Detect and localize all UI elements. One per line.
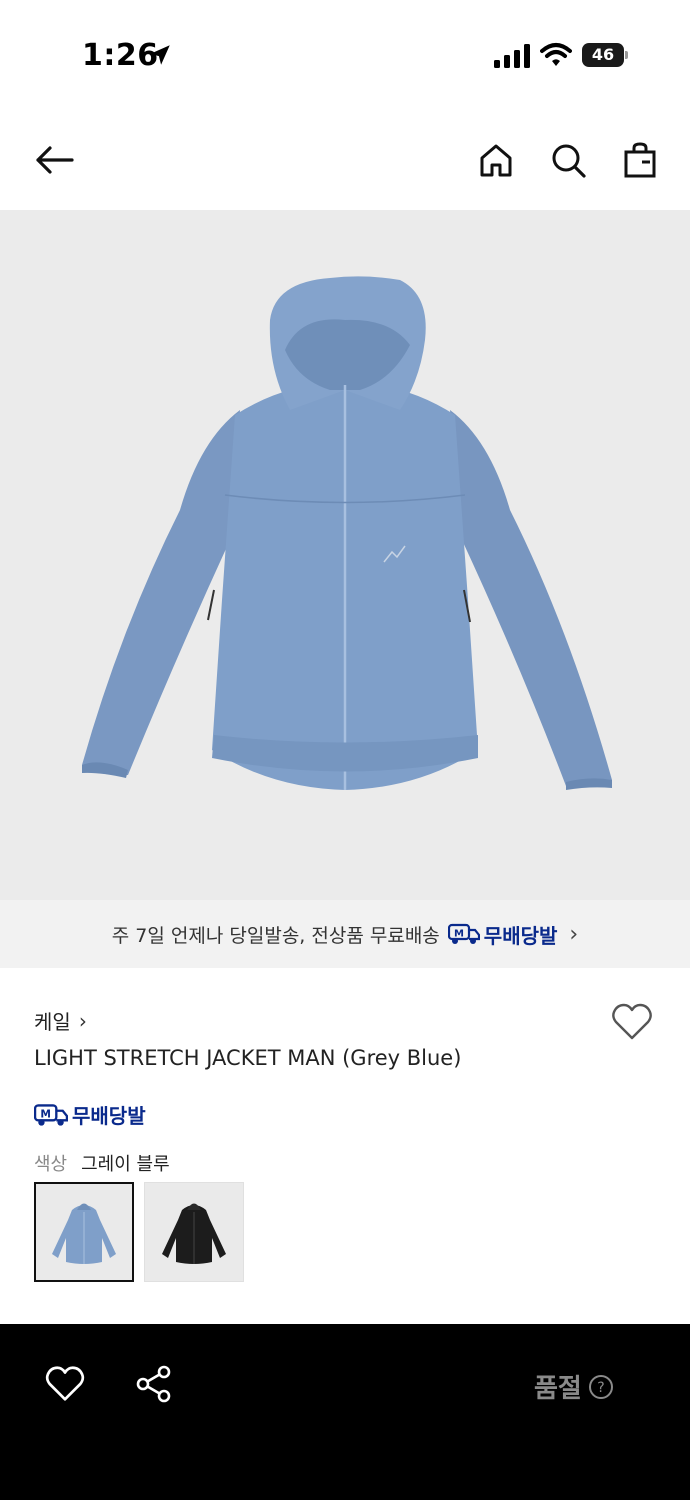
svg-text:M: M bbox=[454, 929, 464, 940]
product-title: LIGHT STRETCH JACKET MAN (Grey Blue) bbox=[34, 1046, 462, 1070]
back-arrow-icon bbox=[36, 146, 74, 174]
color-swatches bbox=[34, 1182, 244, 1282]
help-icon[interactable]: ? bbox=[588, 1374, 614, 1400]
search-button[interactable] bbox=[546, 138, 590, 182]
cart-button[interactable] bbox=[618, 138, 662, 182]
delivery-truck-icon: M bbox=[447, 923, 480, 944]
delivery-badge: M 무배당발 bbox=[447, 920, 558, 949]
location-arrow-icon bbox=[150, 45, 170, 65]
swatch-grey-blue[interactable] bbox=[34, 1182, 134, 1282]
delivery-truck-icon: M bbox=[34, 1103, 68, 1126]
brand-name: 케일 bbox=[34, 1010, 71, 1034]
top-nav-bar bbox=[0, 120, 690, 200]
product-info: 케일 › LIGHT STRETCH JACKET MAN (Grey Blue… bbox=[0, 968, 690, 1324]
brand-link[interactable]: 케일 › bbox=[34, 1006, 87, 1035]
wifi-icon bbox=[540, 43, 572, 66]
delivery-badge: M 무배당발 bbox=[34, 1100, 146, 1129]
swatch-black[interactable] bbox=[144, 1182, 244, 1282]
battery-icon: 46 bbox=[582, 43, 628, 67]
color-row: 색상 그레이 블루 bbox=[34, 1150, 170, 1176]
battery-tip bbox=[625, 51, 628, 59]
home-button[interactable] bbox=[474, 138, 518, 182]
svg-text:M: M bbox=[40, 1107, 51, 1120]
color-value: 그레이 블루 bbox=[81, 1154, 170, 1175]
share-icon[interactable] bbox=[134, 1364, 174, 1404]
svg-text:?: ? bbox=[597, 1380, 604, 1396]
promo-banner[interactable]: 주 7일 언제나 당일발송, 전상품 무료배송 M 무배당발 › bbox=[0, 900, 690, 968]
delivery-badge-label: 무배당발 bbox=[483, 923, 558, 948]
chevron-right-icon: › bbox=[569, 921, 579, 947]
delivery-badge-label: 무배당발 bbox=[72, 1104, 146, 1128]
bottom-action-bar: 품절 ? bbox=[0, 1324, 690, 1500]
wishlist-button[interactable] bbox=[610, 1002, 654, 1042]
search-icon bbox=[552, 144, 586, 178]
jacket-image bbox=[82, 276, 612, 790]
color-label: 색상 bbox=[34, 1154, 68, 1175]
home-icon bbox=[480, 144, 512, 177]
product-image[interactable] bbox=[0, 210, 690, 900]
sold-out-status: 품절 ? bbox=[534, 1368, 614, 1405]
battery-level: 46 bbox=[582, 43, 624, 67]
promo-text: 주 7일 언제나 당일발송, 전상품 무료배송 bbox=[111, 924, 440, 947]
jacket-thumbnail bbox=[52, 1203, 116, 1264]
jacket-thumbnail bbox=[162, 1203, 226, 1264]
status-bar: 1:26 46 bbox=[0, 0, 690, 110]
sold-out-label: 품절 bbox=[534, 1374, 582, 1404]
signal-icon bbox=[494, 44, 530, 68]
shopping-bag-icon bbox=[624, 142, 656, 178]
back-button[interactable] bbox=[32, 138, 76, 182]
chevron-right-icon: › bbox=[78, 1008, 87, 1033]
heart-icon[interactable] bbox=[44, 1364, 86, 1404]
